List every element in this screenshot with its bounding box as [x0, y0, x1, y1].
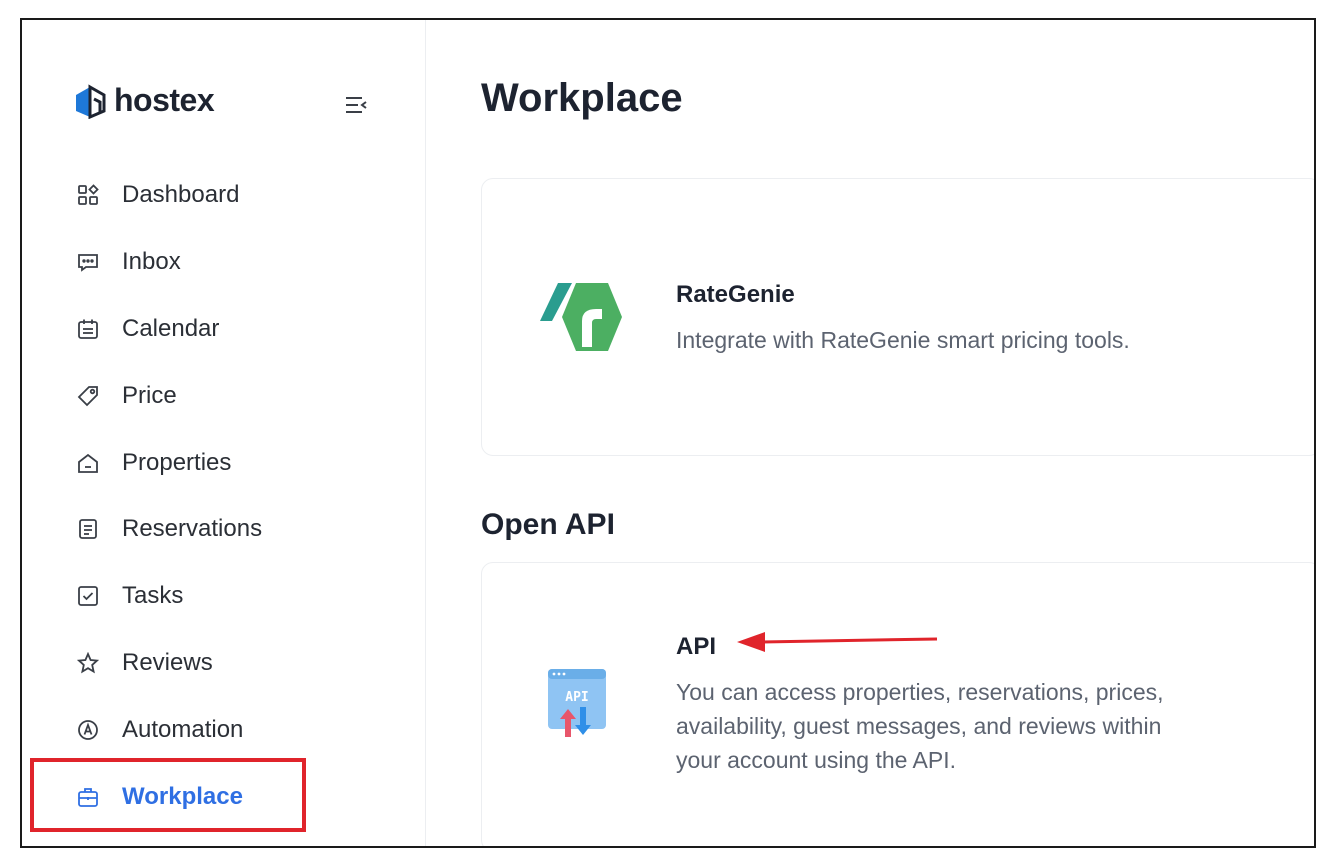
sidebar-item-label: Automation — [122, 715, 244, 743]
card-title: API — [676, 633, 717, 660]
app-window: hostex Dashboard Inbox Calendar Price Pr… — [20, 18, 1316, 848]
card-description: Integrate with RateGenie smart pricing t… — [676, 327, 1130, 353]
sidebar-item-label: Calendar — [122, 314, 220, 342]
page-title: Workplace — [481, 76, 683, 120]
card-description-line: You can access properties, reservations,… — [676, 679, 1164, 705]
price-tag-icon — [76, 384, 100, 408]
sidebar-item-tasks[interactable]: Tasks — [62, 563, 312, 630]
sidebar-item-properties[interactable]: Properties — [62, 429, 312, 496]
sidebar-item-label: Reviews — [122, 648, 213, 676]
sidebar-item-label: Reservations — [122, 515, 263, 543]
collapse-sidebar-icon[interactable] — [344, 94, 368, 116]
card-description-line: availability, guest messages, and review… — [676, 713, 1162, 739]
checkbox-icon — [76, 584, 100, 608]
sidebar-item-label: Price — [122, 381, 177, 409]
sidebar-item-label: Inbox — [122, 248, 181, 276]
sidebar-nav: Dashboard Inbox Calendar Price Propertie… — [62, 162, 312, 830]
sidebar-item-label: Tasks — [122, 582, 184, 610]
sidebar-item-price[interactable]: Price — [62, 362, 312, 429]
integration-card-api[interactable]: API API You can access properties, reser… — [481, 562, 1314, 846]
automation-icon — [76, 718, 100, 742]
card-title: RateGenie — [676, 281, 795, 308]
brand-name: hostex — [114, 82, 215, 118]
api-icon: API — [548, 669, 606, 737]
section-title-open-api: Open API — [481, 508, 615, 541]
sidebar: hostex Dashboard Inbox Calendar Price Pr… — [22, 20, 426, 846]
sidebar-item-label: Properties — [122, 448, 232, 476]
sidebar-item-label: Workplace — [122, 782, 243, 810]
sidebar-item-reviews[interactable]: Reviews — [62, 630, 312, 697]
briefcase-icon — [76, 785, 100, 809]
dashboard-icon — [76, 183, 100, 207]
card-description-line: your account using the API. — [676, 747, 957, 773]
sidebar-item-automation[interactable]: Automation — [62, 696, 312, 763]
api-icon-label: API — [565, 690, 588, 705]
rategenie-logo-icon — [540, 283, 622, 351]
hostex-logo-icon — [76, 83, 106, 119]
sidebar-item-inbox[interactable]: Inbox — [62, 229, 312, 296]
main-content: Workplace RateGenie Integrate with RateG… — [427, 20, 1314, 846]
inbox-icon — [76, 250, 100, 274]
card-description: You can access properties, reservations,… — [676, 675, 1164, 777]
sidebar-item-reservations[interactable]: Reservations — [62, 496, 312, 563]
sidebar-item-calendar[interactable]: Calendar — [62, 296, 312, 363]
integration-card-rategenie[interactable]: RateGenie Integrate with RateGenie smart… — [481, 178, 1314, 456]
house-icon — [76, 451, 100, 475]
sidebar-item-label: Dashboard — [122, 181, 240, 209]
calendar-icon — [76, 317, 100, 341]
brand[interactable]: hostex — [74, 82, 215, 119]
sidebar-item-dashboard[interactable]: Dashboard — [62, 162, 312, 229]
sidebar-item-workplace[interactable]: Workplace — [62, 763, 312, 830]
reservations-icon — [76, 517, 100, 541]
star-icon — [76, 651, 100, 675]
